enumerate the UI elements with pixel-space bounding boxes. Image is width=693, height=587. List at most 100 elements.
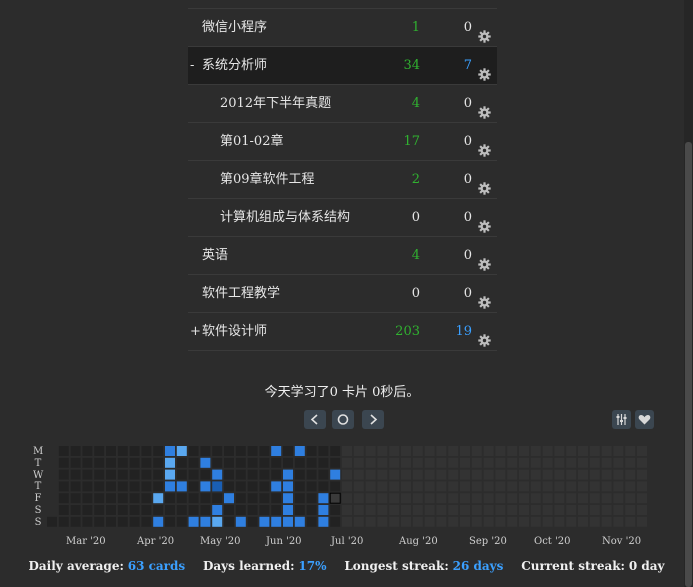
heatmap-cell[interactable] [129,457,140,468]
heatmap-cell[interactable] [247,505,258,515]
heatmap-cell[interactable] [318,446,329,456]
heatmap-cell[interactable] [495,457,506,468]
heatmap-cell[interactable] [353,493,364,504]
heatmap-cell[interactable] [365,469,376,480]
heatmap-cell[interactable] [117,469,128,480]
heatmap-cell[interactable] [153,469,164,480]
heatmap-cell[interactable] [412,469,423,480]
heatmap-cell[interactable] [165,505,175,515]
heatmap-cell[interactable] [436,481,447,492]
heatmap-cell[interactable] [117,493,128,504]
heatmap-cell[interactable] [566,481,577,492]
heatmap-cell[interactable] [306,457,317,468]
heatmap-cell[interactable] [353,516,364,527]
heatmap-cell[interactable] [188,446,199,456]
heatmap-cell[interactable] [200,481,211,492]
heatmap-cell[interactable] [106,446,116,456]
heatmap-cell[interactable] [377,446,388,456]
heatmap-cell[interactable] [235,516,246,527]
heatmap-cell[interactable] [224,457,234,468]
heatmap-cell[interactable] [530,481,541,492]
heatmap-cell[interactable] [519,469,529,480]
heatmap-cell[interactable] [176,493,187,504]
heatmap-cell[interactable] [306,446,317,456]
heatmap-cell[interactable] [200,457,211,468]
heatmap-cell[interactable] [271,516,282,527]
heatmap-today-cell[interactable] [329,492,341,504]
heatmap-cell[interactable] [519,481,529,492]
heatmap-cell[interactable] [412,457,423,468]
heatmap-cell[interactable] [353,469,364,480]
heatmap-cell[interactable] [507,469,518,480]
heatmap-cell[interactable] [318,505,329,515]
heatmap-cell[interactable] [365,457,376,468]
heatmap-cell[interactable] [330,516,341,527]
heatmap-cell[interactable] [436,446,447,456]
heatmap-cell[interactable] [554,457,565,468]
heatmap-cell[interactable] [200,505,211,515]
heatmap-cell[interactable] [283,493,293,504]
heatmap-cell[interactable] [235,469,246,480]
heatmap-cell[interactable] [495,505,506,515]
heatmap-cell[interactable] [342,481,352,492]
heatmap-cell[interactable] [601,469,612,480]
heatmap-cell[interactable] [542,516,553,527]
heatmap-cell[interactable] [401,481,411,492]
heatmap-cell[interactable] [353,505,364,515]
heatmap-cell[interactable] [625,469,636,480]
heatmap-cell[interactable] [507,457,518,468]
heatmap-cell[interactable] [365,516,376,527]
heatmap-cell[interactable] [259,457,270,468]
heatmap-cell[interactable] [106,481,116,492]
heatmap-cell[interactable] [342,505,352,515]
heatmap-cell[interactable] [412,516,423,527]
heatmap-cell[interactable] [401,493,411,504]
heatmap-cell[interactable] [259,505,270,515]
heatmap-cell[interactable] [448,516,459,527]
heatmap-cell[interactable] [530,469,541,480]
heatmap-cell[interactable] [637,493,647,504]
heatmap-cell[interactable] [460,505,470,515]
heatmap-cell[interactable] [342,469,352,480]
heatmap-cell[interactable] [424,505,435,515]
heatmap-cell[interactable] [613,493,624,504]
heatmap-cell[interactable] [176,505,187,515]
heatmap-cell[interactable] [106,493,116,504]
heatmap-cell[interactable] [542,493,553,504]
heatmap-cell[interactable] [401,469,411,480]
heatmap-cell[interactable] [176,469,187,480]
heatmap-cell[interactable] [58,493,69,504]
heatmap-cell[interactable] [330,446,341,456]
heatmap-cell[interactable] [613,505,624,515]
heatmap-cell[interactable] [401,505,411,515]
heatmap-cell[interactable] [235,446,246,456]
heatmap-cell[interactable] [613,469,624,480]
heatmap-cell[interactable] [200,446,211,456]
heatmap-cell[interactable] [165,457,175,468]
heatmap-cell[interactable] [247,493,258,504]
heatmap-cell[interactable] [613,516,624,527]
heatmap-cell[interactable] [294,481,305,492]
heatmap-cell[interactable] [259,493,270,504]
heatmap-cell[interactable] [424,493,435,504]
heatmap-cell[interactable] [483,516,494,527]
heatmap-cell[interactable] [519,505,529,515]
heatmap-cell[interactable] [212,457,223,468]
heatmap-cell[interactable] [613,457,624,468]
heatmap-cell[interactable] [129,493,140,504]
heatmap-cell[interactable] [283,516,293,527]
heatmap-cell[interactable] [554,516,565,527]
heatmap-cell[interactable] [424,516,435,527]
heatmap-cell[interactable] [117,481,128,492]
heatmap-cell[interactable] [283,446,293,456]
heatmap-cell[interactable] [554,505,565,515]
heatmap-cell[interactable] [82,505,93,515]
heatmap-cell[interactable] [318,516,329,527]
heatmap-cell[interactable] [212,505,223,515]
heatmap-cell[interactable] [530,505,541,515]
heatmap-cell[interactable] [306,505,317,515]
heatmap-cell[interactable] [70,481,81,492]
heatmap-cell[interactable] [401,446,411,456]
heatmap-cell[interactable] [424,446,435,456]
heatmap-cell[interactable] [82,446,93,456]
